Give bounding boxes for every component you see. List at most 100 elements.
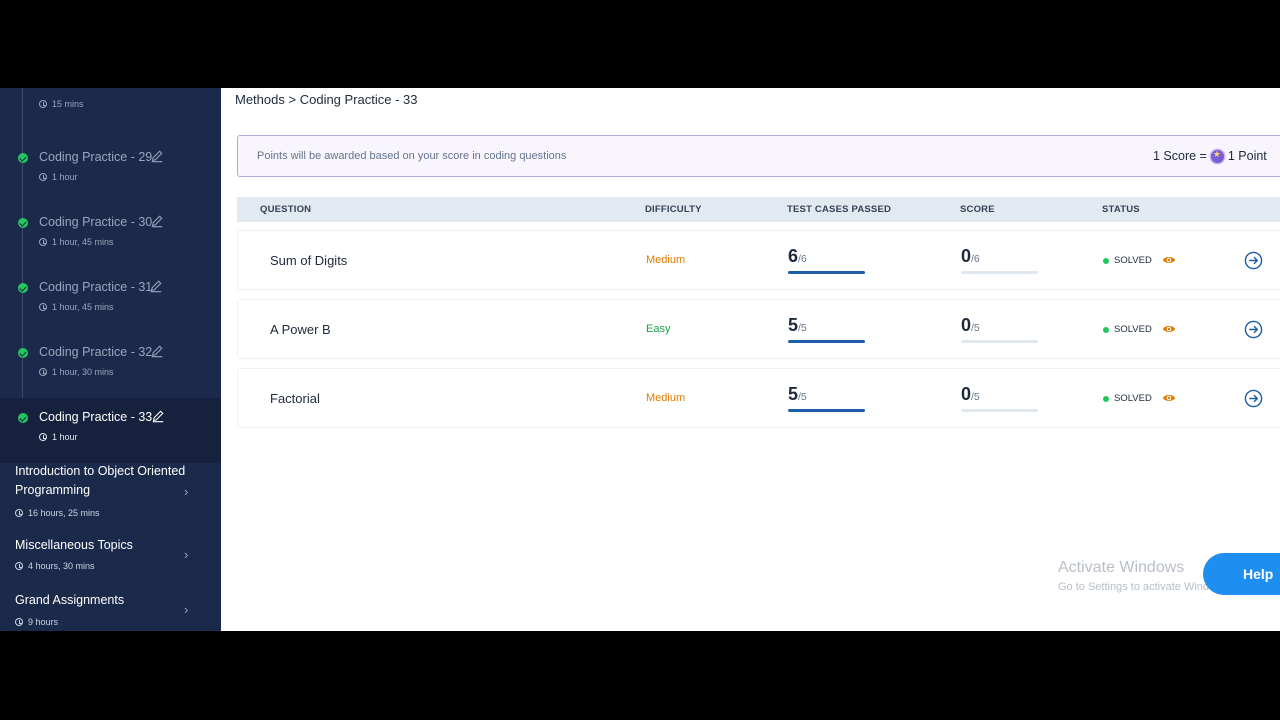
help-button[interactable]: Help <box>1203 553 1280 595</box>
item-title: Coding Practice - 29 <box>39 150 153 164</box>
status-badge: SOLVED <box>1103 255 1152 266</box>
score: 0/6 <box>961 246 1038 274</box>
rate-left: 1 Score = <box>1153 149 1207 163</box>
sidebar-item-previous[interactable]: 15 mins <box>0 88 221 123</box>
header-status: STATUS <box>1102 204 1140 215</box>
header-score: SCORE <box>960 204 995 215</box>
edit-icon[interactable] <box>150 149 164 163</box>
eye-icon[interactable] <box>1162 253 1176 267</box>
table-row[interactable]: Factorial Medium 5/5 0/5 SOLVED <box>237 368 1280 428</box>
table-row[interactable]: Sum of Digits Medium 6/6 0/6 SOLVED <box>237 230 1280 290</box>
edit-icon[interactable] <box>149 279 163 293</box>
clock-icon <box>39 303 47 311</box>
clock-icon <box>39 368 47 376</box>
course-sidebar: 15 mins Coding Practice - 29 1 hour Codi… <box>0 88 221 631</box>
eye-icon[interactable] <box>1162 322 1176 336</box>
test-cases-passed: 5/5 <box>788 315 865 343</box>
item-duration: 15 mins <box>39 99 84 109</box>
section-title: Miscellaneous Topics <box>15 538 133 552</box>
completed-check-icon <box>18 283 28 293</box>
section-duration: 9 hours <box>15 617 58 627</box>
clock-icon <box>15 618 23 626</box>
sidebar-item-coding-practice-30[interactable]: Coding Practice - 30 1 hour, 45 mins <box>0 203 221 268</box>
arrow-right-circle-icon[interactable] <box>1244 320 1263 339</box>
score-progress-bar <box>961 409 1038 412</box>
item-title: Coding Practice - 33 <box>39 410 153 424</box>
banner-message: Points will be awarded based on your sco… <box>257 150 567 162</box>
table-header: QUESTION DIFFICULTY TEST CASES PASSED SC… <box>237 197 1280 222</box>
eye-icon[interactable] <box>1162 391 1176 405</box>
passed-progress-fill <box>788 340 865 343</box>
breadcrumb-parent[interactable]: Methods <box>235 92 285 107</box>
sidebar-item-coding-practice-33[interactable]: Coding Practice - 33 1 hour <box>0 398 221 463</box>
score: 0/5 <box>961 315 1038 343</box>
app-window: 15 mins Coding Practice - 29 1 hour Codi… <box>0 88 1280 631</box>
clock-icon <box>39 100 47 108</box>
question-name[interactable]: Sum of Digits <box>270 253 347 268</box>
status-badge: SOLVED <box>1103 393 1152 404</box>
score: 0/5 <box>961 384 1038 412</box>
chevron-right-icon: › <box>184 547 189 562</box>
sidebar-section-miscellaneous[interactable]: Miscellaneous Topics › 4 hours, 30 mins <box>0 536 221 581</box>
section-title: Introduction to Object Oriented Programm… <box>15 464 186 497</box>
edit-icon[interactable] <box>150 344 164 358</box>
section-duration: 16 hours, 25 mins <box>15 508 100 518</box>
clock-icon <box>39 433 47 441</box>
status-dot <box>1103 395 1109 402</box>
arrow-right-circle-icon[interactable] <box>1244 389 1263 408</box>
item-title: Coding Practice - 31 <box>39 280 153 294</box>
sidebar-section-grand-assignments[interactable]: Grand Assignments › 9 hours <box>0 591 221 631</box>
question-name[interactable]: Factorial <box>270 391 320 406</box>
status-badge: SOLVED <box>1103 324 1152 335</box>
sidebar-item-coding-practice-32[interactable]: Coding Practice - 32 1 hour, 30 mins <box>0 333 221 398</box>
passed-progress-fill <box>788 409 865 412</box>
test-cases-passed: 6/6 <box>788 246 865 274</box>
main-content: Methods > Coding Practice - 33 Points wi… <box>221 88 1280 631</box>
breadcrumb: Methods > Coding Practice - 33 <box>235 92 418 107</box>
passed-value: 6 <box>788 246 799 266</box>
passed-value: 5 <box>788 384 799 404</box>
chevron-right-icon: › <box>184 484 189 499</box>
header-question: QUESTION <box>260 204 312 215</box>
chevron-right-icon: › <box>184 602 189 617</box>
passed-progress-bar <box>788 409 865 412</box>
table-row[interactable]: A Power B Easy 5/5 0/5 SOLVED <box>237 299 1280 359</box>
passed-total: /6 <box>798 253 807 265</box>
score-value: 0 <box>961 384 972 404</box>
passed-progress-fill <box>788 271 865 274</box>
clock-icon <box>39 173 47 181</box>
score-point-rate: 1 Score = 1 Point <box>1153 149 1267 164</box>
breadcrumb-separator: > <box>288 92 297 107</box>
item-title: Coding Practice - 30 <box>39 215 153 229</box>
score-total: /5 <box>971 322 980 334</box>
points-info-banner: Points will be awarded based on your sco… <box>237 135 1280 177</box>
point-coin-icon <box>1210 149 1224 163</box>
breadcrumb-current: Coding Practice - 33 <box>299 92 418 107</box>
score-progress-bar <box>961 271 1038 274</box>
status-dot <box>1103 326 1109 333</box>
score-total: /6 <box>971 253 980 265</box>
item-duration: 1 hour <box>39 432 78 442</box>
section-title: Grand Assignments <box>15 593 125 607</box>
passed-progress-bar <box>788 271 865 274</box>
status-dot <box>1103 257 1109 264</box>
completed-check-icon <box>18 153 28 163</box>
passed-value: 5 <box>788 315 799 335</box>
question-name[interactable]: A Power B <box>270 322 331 337</box>
edit-icon[interactable] <box>151 409 165 423</box>
clock-icon <box>15 509 23 517</box>
arrow-right-circle-icon[interactable] <box>1244 251 1263 270</box>
header-difficulty: DIFFICULTY <box>645 204 702 215</box>
score-value: 0 <box>961 315 972 335</box>
item-duration: 1 hour, 45 mins <box>39 302 114 312</box>
difficulty-label: Medium <box>646 392 686 404</box>
edit-icon[interactable] <box>150 214 164 228</box>
section-duration: 4 hours, 30 mins <box>15 561 95 571</box>
item-duration: 1 hour, 30 mins <box>39 367 114 377</box>
item-duration: 1 hour <box>39 172 78 182</box>
completed-check-icon <box>18 218 28 228</box>
sidebar-item-coding-practice-31[interactable]: Coding Practice - 31 1 hour, 45 mins <box>0 268 221 333</box>
rate-right: 1 Point <box>1227 149 1267 163</box>
sidebar-item-coding-practice-29[interactable]: Coding Practice - 29 1 hour <box>0 138 221 203</box>
sidebar-section-oop[interactable]: Introduction to Object Oriented Programm… <box>0 462 221 522</box>
